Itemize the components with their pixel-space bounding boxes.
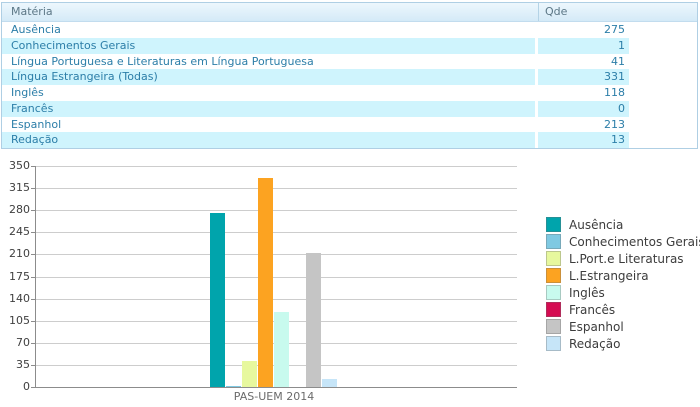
y-axis-label: 0	[4, 381, 30, 393]
bar-ingl-s	[274, 312, 289, 387]
table-row: Ausência 275	[2, 22, 632, 38]
y-axis-label: 280	[4, 204, 30, 216]
legend-swatch	[546, 336, 561, 351]
y-axis-label: 245	[4, 226, 30, 238]
materia-cell: Redação	[2, 132, 538, 148]
x-axis	[35, 387, 517, 388]
materia-cell: Língua Portuguesa e Literaturas em Língu…	[2, 54, 538, 70]
legend-swatch	[546, 234, 561, 249]
y-axis-label: 210	[4, 248, 30, 260]
gridline	[36, 277, 517, 278]
materia-cell: Ausência	[2, 22, 538, 38]
chart-legend: Ausência Conhecimentos Gerais L.Port.e Lit…	[546, 216, 700, 352]
legend-item: Redação	[546, 335, 700, 352]
y-axis-label: 140	[4, 293, 30, 305]
legend-swatch	[546, 268, 561, 283]
legend-label: Conhecimentos Gerais	[569, 235, 700, 249]
gridline	[36, 232, 517, 233]
legend-item: Ausência	[546, 216, 700, 233]
table-row: Língua Portuguesa e Literaturas em Língu…	[2, 54, 632, 70]
legend-item: Inglês	[546, 284, 700, 301]
table-row: Francês 0	[2, 101, 632, 117]
legend-label: Francês	[569, 303, 615, 317]
materia-cell: Francês	[2, 101, 538, 117]
gridline	[36, 254, 517, 255]
bar-espanhol	[306, 253, 321, 387]
legend-label: L.Estrangeira	[569, 269, 649, 283]
legend-item: L.Estrangeira	[546, 267, 700, 284]
legend-swatch	[546, 217, 561, 232]
bar-l-estrangeira	[258, 178, 273, 387]
materia-cell: Espanhol	[2, 117, 538, 133]
y-axis-label: 105	[4, 315, 30, 327]
qde-cell: 13	[538, 132, 629, 148]
y-axis-label: 315	[4, 182, 30, 194]
y-axis-label: 70	[4, 337, 30, 349]
legend-item: L.Port.e Literaturas	[546, 250, 700, 267]
legend-swatch	[546, 285, 561, 300]
y-axis-label: 175	[4, 271, 30, 283]
y-axis-label: 35	[4, 359, 30, 371]
legend-label: Ausência	[569, 218, 623, 232]
legend-label: L.Port.e Literaturas	[569, 252, 684, 266]
legend-item: Francês	[546, 301, 700, 318]
bar-aus-ncia	[210, 213, 225, 387]
table-row: Inglês 118	[2, 85, 632, 101]
legend-swatch	[546, 302, 561, 317]
legend-label: Redação	[569, 337, 620, 351]
table-header-row: Matéria Qde	[2, 3, 697, 22]
bar-reda-o	[322, 379, 337, 387]
qde-cell: 1	[538, 38, 629, 54]
bar-l-port-e-literaturas	[242, 361, 257, 387]
qde-cell: 213	[538, 117, 629, 133]
legend-item: Conhecimentos Gerais	[546, 233, 700, 250]
table-body: Ausência 275 Conhecimentos Gerais 1 Líng…	[2, 22, 632, 148]
materia-cell: Conhecimentos Gerais	[2, 38, 538, 54]
y-axis-label: 350	[4, 160, 30, 172]
gridline	[36, 188, 517, 189]
column-header-materia: Matéria	[2, 3, 538, 21]
qde-cell: 118	[538, 85, 629, 101]
bar-conhecimentos-gerais	[226, 386, 241, 387]
qde-cell: 41	[538, 54, 629, 70]
table-row: Língua Estrangeira (Todas) 331	[2, 69, 632, 85]
legend-swatch	[546, 251, 561, 266]
materia-cell: Inglês	[2, 85, 538, 101]
gridline	[36, 299, 517, 300]
subjects-table: Matéria Qde Ausência 275 Conhecimentos G…	[1, 2, 698, 149]
qde-cell: 0	[538, 101, 629, 117]
legend-label: Espanhol	[569, 320, 624, 334]
legend-swatch	[546, 319, 561, 334]
y-axis	[35, 166, 36, 388]
column-header-qde: Qde	[538, 3, 697, 21]
table-row: Conhecimentos Gerais 1	[2, 38, 632, 54]
legend-item: Espanhol	[546, 318, 700, 335]
table-row: Redação 13	[2, 132, 632, 148]
legend-label: Inglês	[569, 286, 605, 300]
page: Matéria Qde Ausência 275 Conhecimentos G…	[0, 0, 700, 407]
materia-cell: Língua Estrangeira (Todas)	[2, 69, 538, 85]
table-row: Espanhol 213	[2, 117, 632, 133]
qde-cell: 275	[538, 22, 629, 38]
gridline	[36, 210, 517, 211]
qde-cell: 331	[538, 69, 629, 85]
x-axis-label: PAS-UEM 2014	[199, 390, 349, 403]
gridline	[36, 166, 517, 167]
